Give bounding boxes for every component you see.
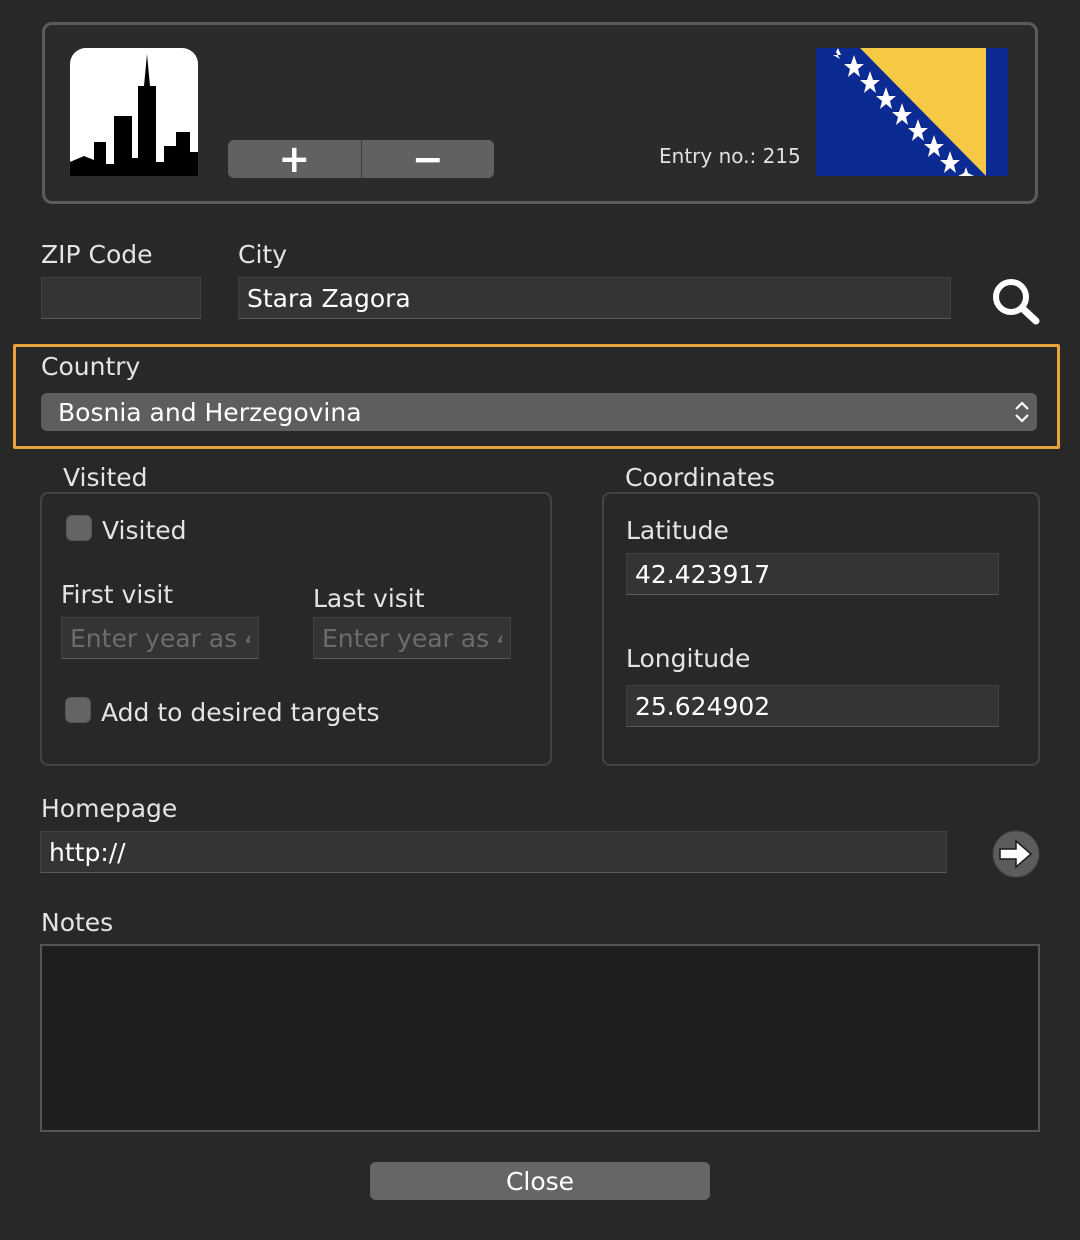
open-link-arrow-icon[interactable]: [991, 830, 1041, 878]
add-button[interactable]: +: [228, 140, 361, 178]
city-input[interactable]: [238, 277, 951, 319]
coordinates-group-label: Coordinates: [625, 463, 776, 492]
chevron-up-down-icon: [1015, 401, 1029, 423]
visited-checkbox[interactable]: [66, 515, 92, 541]
search-icon[interactable]: [990, 276, 1042, 326]
visited-group-label: Visited: [63, 463, 148, 492]
country-label: Country: [41, 352, 141, 381]
first-visit-input[interactable]: [61, 617, 259, 659]
notes-label: Notes: [41, 908, 114, 937]
city-skyline-icon: [70, 48, 198, 176]
add-remove-segmented-control: + −: [228, 140, 494, 178]
remove-button[interactable]: −: [360, 140, 495, 178]
close-button[interactable]: Close: [370, 1162, 710, 1200]
notes-textarea[interactable]: [40, 944, 1040, 1132]
entry-number: Entry no.: 215: [659, 144, 801, 168]
zip-code-label: ZIP Code: [41, 240, 153, 269]
homepage-label: Homepage: [41, 794, 178, 823]
country-select-value: Bosnia and Herzegovina: [58, 397, 362, 427]
desired-targets-checkbox[interactable]: [65, 697, 91, 723]
visited-checkbox-label: Visited: [102, 516, 187, 545]
homepage-input[interactable]: [40, 831, 947, 873]
last-visit-input[interactable]: [313, 617, 511, 659]
zip-code-input[interactable]: [41, 277, 201, 319]
desired-targets-label: Add to desired targets: [101, 698, 380, 727]
latitude-input[interactable]: [626, 553, 999, 595]
country-flag-icon: [816, 48, 1008, 176]
country-select[interactable]: Bosnia and Herzegovina: [41, 393, 1037, 431]
latitude-label: Latitude: [626, 516, 729, 545]
first-visit-label: First visit: [61, 580, 174, 609]
longitude-input[interactable]: [626, 685, 999, 727]
last-visit-label: Last visit: [313, 584, 425, 613]
longitude-label: Longitude: [626, 644, 751, 673]
city-label: City: [238, 240, 287, 269]
